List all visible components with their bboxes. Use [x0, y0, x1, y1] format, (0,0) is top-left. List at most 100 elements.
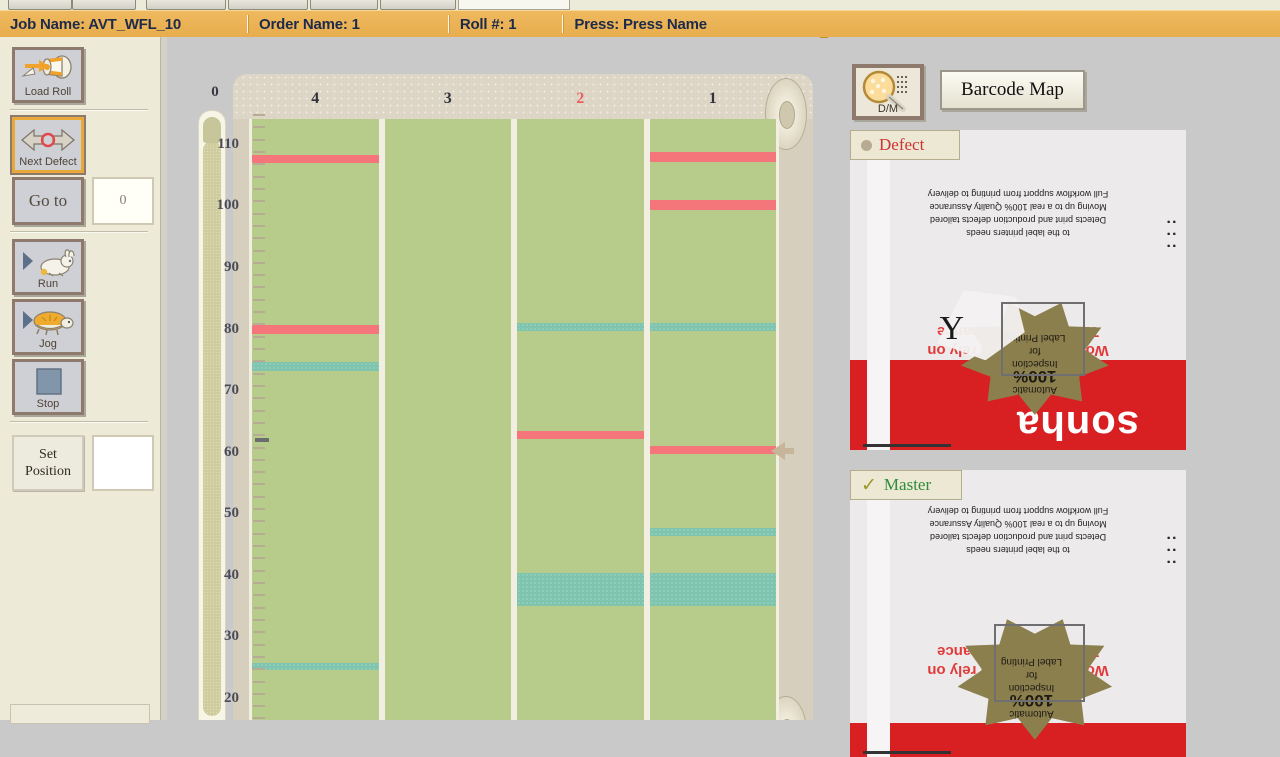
ruler-tick [253, 606, 265, 609]
order-name-field: Order Name: 1 [259, 15, 360, 33]
toolbar-button-3[interactable] [146, 0, 226, 10]
ruler-tick [253, 483, 265, 486]
ruler-label-80: 80 [224, 320, 239, 337]
load-roll-label: Load Roll [24, 86, 72, 98]
master-label-artwork: Workflow you can rely on The Quality Ass… [850, 470, 1186, 757]
roll-lane-3[interactable] [381, 119, 514, 720]
roll-map-panel: 0 4 3 2 1 110 100 90 80 70 60 50 40 30 20 [167, 37, 820, 720]
goto-button[interactable]: Go to [12, 177, 84, 225]
roll-lane-1[interactable] [646, 119, 779, 720]
goto-value-input[interactable]: 0 [92, 177, 154, 225]
jog-button[interactable]: Jog [12, 299, 84, 355]
ruler-tick [253, 520, 265, 523]
sidebar-bottom-field[interactable] [10, 704, 150, 724]
ruler-label-90: 90 [224, 258, 239, 275]
rabbit-icon [15, 244, 81, 280]
toolbar-button-1[interactable] [8, 0, 72, 10]
ruler-tick [253, 508, 265, 511]
lane-band-ok[interactable] [517, 322, 644, 332]
lane-header-4: 4 [311, 90, 320, 107]
artwork-bullet-4: to the label printers needs [966, 227, 1070, 238]
barcode-map-button[interactable]: Barcode Map [940, 70, 1085, 110]
toolbar-button-4[interactable] [228, 0, 308, 10]
artwork-edge-marks: ▪ ▪ ▪ ▪ ▪ ▪ [1167, 216, 1176, 251]
ruler-tick [253, 261, 265, 264]
load-roll-button[interactable]: Load Roll [12, 47, 84, 103]
toolbar-button-5[interactable] [310, 0, 378, 10]
roll-lane-2[interactable] [514, 119, 647, 720]
divider [10, 231, 148, 233]
artwork-bullet-1: Full workflow support from printing to d… [927, 506, 1109, 517]
ruler-tick [253, 224, 265, 227]
roll-inspection-app: Job Name: AVT_WFL_10 Order Name: 1 Roll … [0, 0, 1280, 757]
lane-band-ok[interactable] [649, 573, 776, 607]
lane-band-defect[interactable] [649, 445, 776, 455]
defect-master-toggle-button[interactable]: D/M [852, 64, 924, 120]
master-image-pane[interactable]: Workflow you can rely on The Quality Ass… [850, 470, 1186, 757]
ruler-tick [253, 434, 265, 437]
run-button[interactable]: Run [12, 239, 84, 295]
lane-band-defect[interactable] [649, 200, 776, 210]
inspection-image-panel: D/M Barcode Map sonha Workflow you can r… [828, 37, 1280, 757]
toolbar-field[interactable] [458, 0, 570, 10]
ruler-tick [253, 311, 265, 314]
ruler-tick [253, 348, 265, 351]
master-status-tag: ✓ Master [850, 470, 962, 500]
set-position-input[interactable] [92, 435, 154, 491]
lane-band-ok[interactable] [252, 662, 379, 671]
dm-button-label: D/M [877, 103, 899, 115]
stop-button[interactable]: Stop [12, 359, 84, 415]
defect-image-pane[interactable]: sonha Workflow you can rely on The Quali… [850, 130, 1186, 450]
set-position-button[interactable]: Set Position [12, 435, 84, 491]
lane-band-defect[interactable] [252, 154, 379, 164]
roll-arrow-icon [15, 52, 81, 88]
defect-tag-label: Defect [879, 135, 925, 154]
set-position-row: Set Position [0, 429, 160, 491]
ruler-tick [253, 335, 265, 338]
artwork-bullets: to the label printers needs Detects prin… [877, 187, 1159, 239]
ruler-tick [253, 372, 265, 375]
artwork-inspection-box [1000, 302, 1086, 377]
ruler-tick [253, 126, 265, 129]
lane-band-defect[interactable] [252, 325, 379, 334]
lane-container: 4 3 2 1 [249, 90, 779, 720]
checkmark-icon: ✓ [861, 474, 877, 496]
artwork-bullet-2: Moving up to a real 100% Quality Assuran… [929, 201, 1107, 212]
ruler-label-50: 50 [224, 505, 239, 522]
ruler-tick [253, 397, 265, 400]
ruler-tick [253, 668, 265, 671]
ruler-tick [253, 717, 265, 720]
lane-band-ok[interactable] [649, 527, 776, 537]
ruler-tick [253, 581, 265, 584]
defect-label-artwork: sonha Workflow you can rely on The Quali… [850, 130, 1186, 450]
lane-band-defect[interactable] [517, 430, 644, 440]
lane-band-ok[interactable] [252, 362, 379, 371]
defect-status-tag: Defect [850, 130, 960, 160]
ruler-tick [253, 249, 265, 252]
artwork-edge-marks: ▪ ▪ ▪ ▪ ▪ ▪ [1167, 532, 1176, 567]
left-control-sidebar: Load Roll Next Defect Go to 0 Run Jog St… [0, 37, 167, 724]
job-info-bar: Job Name: AVT_WFL_10 Order Name: 1 Roll … [0, 10, 1280, 38]
next-defect-button[interactable]: Next Defect [10, 115, 86, 175]
ruler-tick [253, 274, 265, 277]
ruler-label-20: 20 [224, 689, 239, 706]
current-position-arrow-icon [771, 442, 794, 460]
ruler-tick [253, 569, 265, 572]
roll-lane-4[interactable] [249, 119, 382, 720]
set-position-line1: Set [39, 447, 57, 462]
lane-band-ok[interactable] [649, 322, 776, 332]
jog-label: Jog [39, 338, 57, 350]
ruler-label-70: 70 [224, 382, 239, 399]
lane-band-ok[interactable] [517, 573, 644, 607]
press-field: Press: Press Name [574, 15, 707, 33]
position-ruler: 110 100 90 80 70 60 50 40 30 20 [213, 114, 269, 720]
ruler-tick [253, 692, 265, 695]
ruler-tick [253, 655, 265, 658]
ruler-tick [253, 212, 265, 215]
lane-band-defect[interactable] [649, 152, 776, 162]
toolbar-button-2[interactable] [72, 0, 136, 10]
ruler-tick [253, 495, 265, 498]
stop-square-icon [15, 364, 81, 400]
ruler-tick [253, 458, 265, 461]
toolbar-button-6[interactable] [380, 0, 456, 10]
